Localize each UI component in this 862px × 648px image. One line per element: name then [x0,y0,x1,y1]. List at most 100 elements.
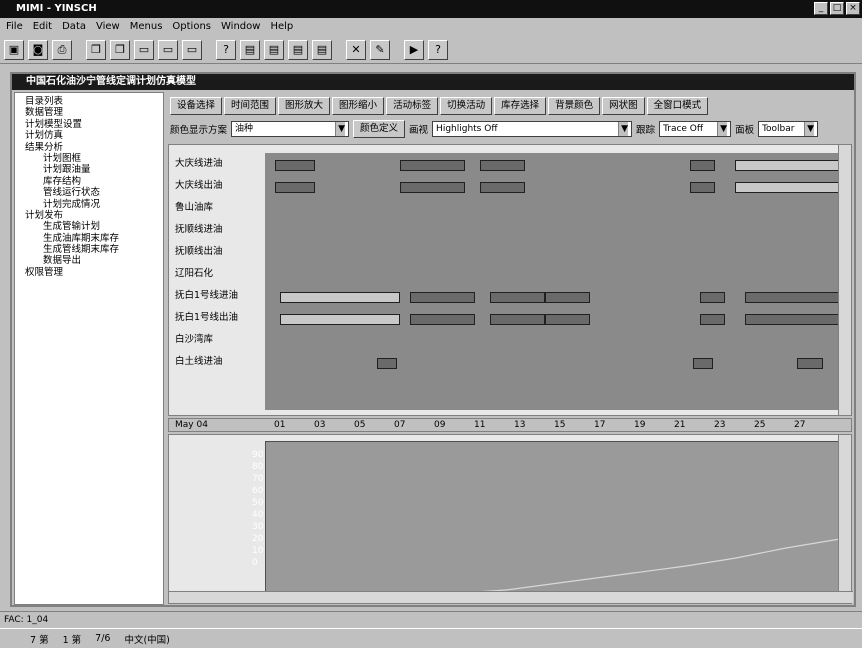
tree-item[interactable]: 数据管理 [17,107,161,118]
window-icon[interactable]: ▭ [158,39,178,60]
close-button[interactable]: × [846,2,860,15]
menu-item-options[interactable]: Options [172,19,211,35]
window-controls: _ □ × [814,2,860,16]
gantt-bar[interactable] [745,292,845,303]
tree-item[interactable]: 目录列表 [17,96,161,107]
tree-item[interactable]: 库存结构 [17,176,161,187]
tree-item[interactable]: 数据导出 [17,255,161,266]
help-icon[interactable]: ? [216,39,236,60]
menu-item-data[interactable]: Data [62,19,86,35]
menu-item-edit[interactable]: Edit [33,19,52,35]
toolbar-command-button[interactable]: 设备选择 [170,97,223,115]
toolbar-command-button[interactable]: 库存选择 [494,97,547,115]
axis-day-label: 07 [394,420,406,430]
trace-select[interactable]: Trace Off ▼ [659,121,732,137]
color-scheme-select[interactable]: 油种 ▼ [231,121,350,137]
chart-icon[interactable]: ▤ [312,39,332,60]
tree-item[interactable]: 生成管输计划 [17,221,161,232]
gantt-bar[interactable] [280,292,400,303]
menu-item-help[interactable]: Help [270,19,293,35]
gantt-bar[interactable] [400,182,465,193]
panel-select[interactable]: Toolbar ▼ [758,121,819,137]
chart-icon[interactable]: ▤ [240,39,260,60]
toolbar-command-button[interactable]: 活动标签 [386,97,439,115]
tree-item[interactable]: 计划完成情况 [17,199,161,210]
menu-item-window[interactable]: Window [221,19,260,35]
gantt-bar[interactable] [545,314,590,325]
axis-day-label: 27 [794,420,806,430]
tree-item[interactable]: 生成管线期末库存 [17,244,161,255]
copy-icon[interactable]: ❐ [86,39,106,60]
maximize-button[interactable]: □ [830,2,844,15]
window-icon[interactable]: ▭ [182,39,202,60]
highlight-select[interactable]: Highlights Off ▼ [432,121,633,137]
close-icon[interactable]: ✕ [346,39,366,60]
gantt-bar[interactable] [735,182,845,193]
tree-item[interactable]: 生成油库期末库存 [17,233,161,244]
gantt-bar[interactable] [280,314,400,325]
taskbar-item[interactable]: 7 第 [30,632,49,646]
gantt-bar[interactable] [410,314,475,325]
gantt-bar[interactable] [735,160,845,171]
gantt-bar[interactable] [700,292,725,303]
axis-day-label: 23 [714,420,726,430]
toolbar: ▣ ◙ ⎙ ❐ ❐ ▭ ▭ ▭? ▤ ▤ ▤ ▤ ✕ ✎ ▶? [0,36,862,64]
gantt-bar[interactable] [400,160,465,171]
help-icon[interactable]: ? [428,39,448,60]
tree-item[interactable]: 结果分析 [17,142,161,153]
panel-label: 面板 [735,125,755,136]
gantt-bar[interactable] [480,182,525,193]
gantt-bar[interactable] [275,182,315,193]
toolbar-command-button[interactable]: 图形放大 [278,97,331,115]
menu-item-menus[interactable]: Menus [130,19,163,35]
disk-icon[interactable]: ◙ [28,39,48,60]
toolbar-command-button[interactable]: 网状图 [602,97,645,115]
gantt-bar[interactable] [693,358,713,369]
gantt-bar[interactable] [490,292,545,303]
gantt-bar[interactable] [377,358,397,369]
gantt-bar[interactable] [797,358,823,369]
toolbar-command-button[interactable]: 图形缩小 [332,97,385,115]
tree-item[interactable]: 计划仿真 [17,130,161,141]
gantt-bar[interactable] [745,314,845,325]
gantt-bar[interactable] [690,160,715,171]
toolbar-command-button[interactable]: 背景颜色 [548,97,601,115]
chart-icon[interactable]: ▤ [264,39,284,60]
toolbar-command-button[interactable]: 时间范围 [224,97,277,115]
tree-item[interactable]: 计划跟油量 [17,164,161,175]
toolbar-command-button[interactable]: 切换活动 [440,97,493,115]
y-tick-label: 90 [252,450,264,460]
toolbar-command-button[interactable]: 全窗口模式 [646,97,709,115]
taskbar-item[interactable]: 7/6 [95,633,110,644]
gantt-bar[interactable] [410,292,475,303]
tree-item[interactable]: 权限管理 [17,267,161,278]
gantt-bar[interactable] [545,292,590,303]
gantt-bar[interactable] [480,160,525,171]
gantt-vertical-scrollbar[interactable] [838,145,851,415]
tree-item[interactable]: 计划图框 [17,153,161,164]
tree-item[interactable]: 管线运行状态 [17,187,161,198]
gantt-bar[interactable] [490,314,545,325]
run-icon[interactable]: ▶ [404,39,424,60]
gantt-row-label: 白土线进油 [175,356,223,367]
taskbar-item[interactable]: 1 第 [63,632,82,646]
axis-day-label: 05 [354,420,366,430]
trend-vertical-scrollbar[interactable] [838,435,851,593]
tree-item[interactable]: 计划模型设置 [17,119,161,130]
edit-icon[interactable]: ✎ [370,39,390,60]
copy-icon[interactable]: ❐ [110,39,130,60]
tree-item[interactable]: 计划发布 [17,210,161,221]
gantt-bar[interactable] [690,182,715,193]
minimize-button[interactable]: _ [814,2,828,15]
chart-icon[interactable]: ▤ [288,39,308,60]
taskbar-item[interactable]: 中文(中国) [124,632,169,646]
window-icon[interactable]: ▭ [134,39,154,60]
menu-item-file[interactable]: File [6,19,23,35]
print-icon[interactable]: ⎙ [52,39,72,60]
gantt-bar[interactable] [700,314,725,325]
color-define-button[interactable]: 颜色定义 [353,120,406,138]
gantt-bar[interactable] [275,160,315,171]
menu-item-view[interactable]: View [96,19,120,35]
trend-horizontal-scrollbar[interactable] [169,591,853,603]
save-icon[interactable]: ▣ [4,39,24,60]
